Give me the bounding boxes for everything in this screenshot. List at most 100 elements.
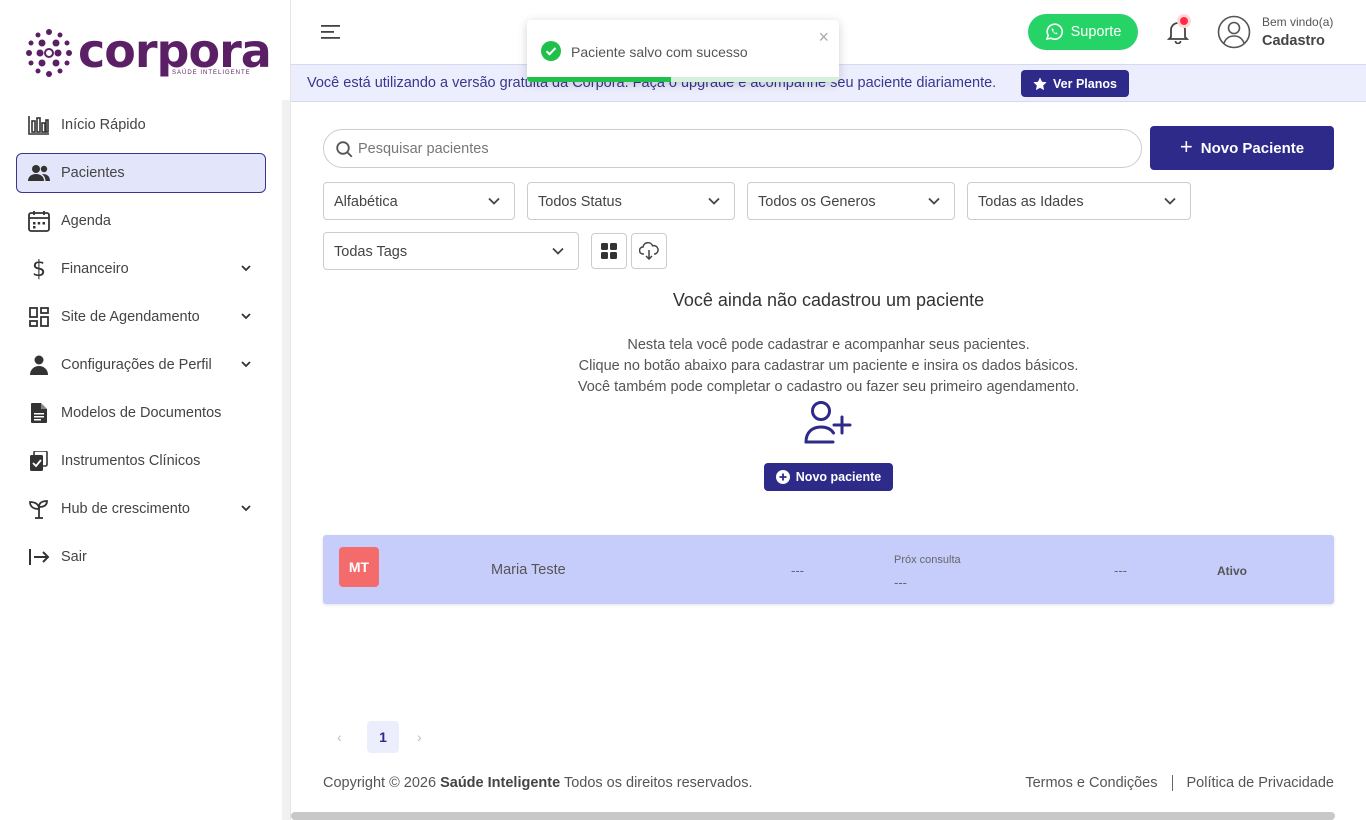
sidebar-item-pacientes[interactable]: Pacientes — [16, 153, 266, 193]
tags-select[interactable]: Todas Tags — [323, 232, 579, 270]
empty-state-new-patient-button[interactable]: Novo paciente — [764, 463, 893, 491]
sidebar-item-label: Pacientes — [61, 165, 125, 181]
tags-select-value: Todas Tags — [334, 244, 408, 260]
plus-circle-icon — [775, 470, 790, 484]
empty-state-title: Você ainda não cadastrou um paciente — [672, 290, 985, 310]
grid-view-button[interactable] — [591, 233, 627, 269]
calendar-icon — [27, 209, 51, 233]
status-select[interactable]: Todos Status — [527, 182, 735, 220]
logout-icon — [27, 545, 51, 569]
users-icon — [27, 161, 51, 185]
check-circle-icon — [541, 41, 561, 61]
export-button[interactable] — [631, 233, 667, 269]
chevron-down-icon — [488, 197, 500, 205]
terms-link[interactable]: Termos e Condições — [1025, 775, 1157, 791]
chevron-down-icon — [552, 247, 564, 255]
pagination-prev-button[interactable]: ‹ — [337, 729, 342, 745]
pagination-next-button[interactable]: › — [417, 729, 422, 745]
sidebar-item-modelos-documentos[interactable]: Modelos de Documentos — [16, 393, 266, 433]
divider — [290, 0, 291, 820]
sidebar-item-label: Sair — [61, 549, 87, 565]
dashboard-icon — [27, 305, 51, 329]
toast-progress-fill — [527, 77, 671, 82]
gender-select[interactable]: Todos os Generos — [747, 182, 955, 220]
search-box — [323, 129, 1142, 168]
brand-tagline: SAÚDE INTELIGENTE — [172, 70, 251, 76]
sidebar-item-label: Site de Agendamento — [61, 309, 200, 325]
menu-toggle-icon[interactable] — [321, 24, 341, 40]
empty-state-line: Nesta tela você pode cadastrar e acompan… — [627, 337, 1030, 353]
sidebar-item-configuracoes-perfil[interactable]: Configurações de Perfil — [16, 345, 266, 385]
toast-message: Paciente salvo com sucesso — [571, 44, 748, 60]
view-plans-label: Ver Planos — [1053, 76, 1117, 91]
toast-progress-bar — [527, 77, 839, 82]
star-icon — [1033, 77, 1047, 90]
copyright-suffix: Todos os direitos reservados. — [563, 775, 753, 791]
search-icon — [336, 141, 353, 158]
pagination-page-button[interactable]: 1 — [367, 721, 399, 753]
sidebar-item-label: Financeiro — [61, 261, 129, 277]
sidebar-nav: Início Rápido Pacientes Agenda $ Finance… — [16, 105, 266, 585]
user-plus-icon — [804, 401, 852, 444]
sidebar-scrollbar[interactable] — [282, 100, 290, 820]
sidebar: corpora SAÚDE INTELIGENTE Início Rápido … — [0, 0, 282, 820]
chevron-down-icon — [928, 197, 940, 205]
sidebar-item-label: Modelos de Documentos — [61, 405, 222, 421]
sort-select[interactable]: Alfabética — [323, 182, 515, 220]
welcome-text: Bem vindo(a) — [1262, 15, 1334, 29]
support-label: Suporte — [1070, 24, 1122, 40]
sidebar-item-site-agendamento[interactable]: Site de Agendamento — [16, 297, 266, 337]
sidebar-item-label: Instrumentos Clínicos — [61, 453, 201, 469]
toast-close-button[interactable]: × — [818, 27, 829, 48]
support-button[interactable]: Suporte — [1028, 14, 1138, 50]
chevron-down-icon — [708, 197, 720, 205]
logo-dots-icon — [26, 29, 72, 77]
copyright: Copyright © 2026 Saúde Inteligente Todos… — [323, 775, 753, 791]
next-appointment-value: --- — [894, 575, 907, 590]
patient-field: --- — [791, 563, 804, 578]
age-select-value: Todas as Idades — [978, 194, 1084, 210]
patient-row[interactable]: MT Maria Teste --- Próx consulta --- ---… — [323, 535, 1334, 604]
footer-links: Termos e Condições Política de Privacida… — [1025, 775, 1334, 791]
copyright-brand: Saúde Inteligente — [440, 775, 561, 791]
patient-field: --- — [1114, 563, 1127, 578]
clipboard-check-icon — [27, 449, 51, 473]
search-input[interactable] — [358, 138, 1118, 160]
chevron-down-icon — [241, 361, 251, 368]
sidebar-item-label: Hub de crescimento — [61, 501, 190, 517]
empty-state-line: Clique no botão abaixo para cadastrar um… — [578, 358, 1079, 374]
new-patient-button[interactable]: + Novo Paciente — [1150, 126, 1334, 170]
sprout-icon — [27, 497, 51, 521]
chevron-down-icon — [241, 505, 251, 512]
sidebar-item-financeiro[interactable]: $ Financeiro — [16, 249, 266, 289]
sidebar-item-label: Agenda — [61, 213, 111, 229]
sidebar-item-hub-crescimento[interactable]: Hub de crescimento — [16, 489, 266, 529]
empty-state-line: Você também pode completar o cadastro ou… — [577, 379, 1080, 395]
sidebar-item-instrumentos-clinicos[interactable]: Instrumentos Clínicos — [16, 441, 266, 481]
horizontal-scrollbar[interactable] — [291, 812, 1335, 820]
chevron-down-icon — [241, 265, 251, 272]
privacy-link[interactable]: Política de Privacidade — [1187, 775, 1335, 791]
avatar-icon[interactable] — [1217, 15, 1251, 49]
success-toast: Paciente salvo com sucesso × — [527, 20, 839, 82]
grid-icon — [601, 243, 617, 259]
gender-select-value: Todos os Generos — [758, 194, 876, 210]
sidebar-item-agenda[interactable]: Agenda — [16, 201, 266, 241]
chevron-down-icon — [1164, 197, 1176, 205]
sidebar-item-sair[interactable]: Sair — [16, 537, 266, 577]
username[interactable]: Cadastro — [1262, 33, 1325, 49]
view-plans-button[interactable]: Ver Planos — [1021, 70, 1129, 97]
age-select[interactable]: Todas as Idades — [967, 182, 1191, 220]
notification-badge — [1180, 17, 1188, 25]
user-icon — [27, 353, 51, 377]
patient-status: Ativo — [1217, 564, 1247, 578]
sidebar-item-inicio-rapido[interactable]: Início Rápido — [16, 105, 266, 145]
corpora-logo[interactable]: corpora SAÚDE INTELIGENTE — [26, 24, 272, 80]
footer-separator — [1171, 775, 1173, 791]
sort-select-value: Alfabética — [334, 194, 398, 210]
next-appointment-label: Próx consulta — [894, 554, 961, 566]
chevron-down-icon — [241, 313, 251, 320]
empty-state-button-label: Novo paciente — [795, 470, 882, 484]
new-patient-label: Novo Paciente — [1200, 139, 1305, 157]
whatsapp-icon — [1045, 23, 1063, 41]
